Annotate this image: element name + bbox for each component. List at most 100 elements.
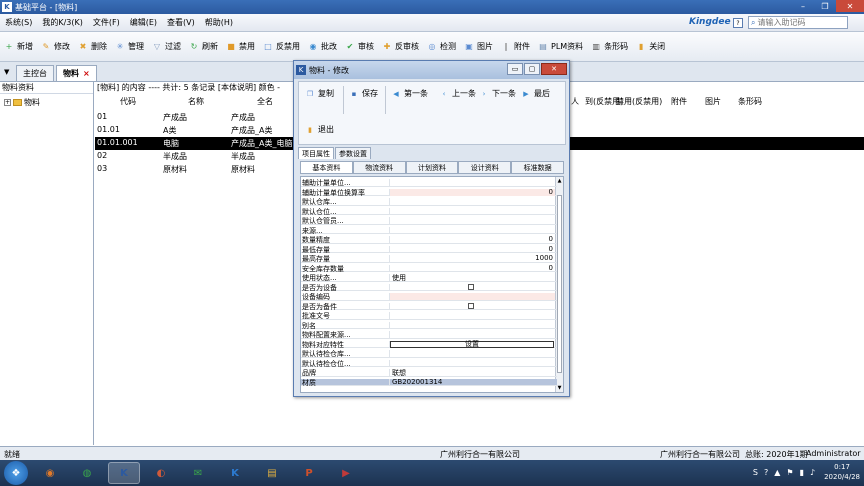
- property-value[interactable]: [389, 350, 555, 357]
- dialog-button-first[interactable]: ◀ 第一条: [391, 88, 428, 99]
- property-value[interactable]: [389, 226, 555, 234]
- dialog-button-last[interactable]: ▶ 最后: [521, 88, 550, 99]
- property-row[interactable]: 最低存量 0: [301, 245, 557, 254]
- start-button[interactable]: ❖: [4, 461, 28, 485]
- property-row[interactable]: 是否为备件: [301, 302, 557, 311]
- property-value[interactable]: 0: [389, 264, 555, 272]
- property-row[interactable]: 物料对应特性 设置: [301, 340, 557, 349]
- property-row[interactable]: 批准文号: [301, 312, 557, 320]
- dialog-button-exit[interactable]: ▮ 退出: [305, 124, 334, 135]
- toolbar-button-plus[interactable]: + 新增: [4, 41, 33, 52]
- toolbar-button-check[interactable]: ◎ 检测: [427, 41, 457, 52]
- property-value[interactable]: 使用: [389, 274, 555, 282]
- property-row[interactable]: 是否为设备: [301, 283, 557, 292]
- property-value[interactable]: [389, 217, 555, 224]
- property-value[interactable]: 1000: [389, 254, 555, 262]
- tray-icon-2[interactable]: ▲: [774, 468, 780, 477]
- menu-item-3[interactable]: 编辑(E): [125, 17, 162, 28]
- property-row[interactable]: 品牌 联想: [301, 369, 557, 377]
- menu-item-5[interactable]: 帮助(H): [200, 17, 238, 28]
- column-header[interactable]: 附件: [671, 96, 687, 108]
- toolbar-button-close-doc[interactable]: ▮ 关闭: [636, 41, 665, 52]
- dialog-minimize-icon[interactable]: ▭: [507, 63, 523, 75]
- column-header[interactable]: 名称: [188, 96, 204, 108]
- property-value[interactable]: [389, 359, 555, 367]
- property-value[interactable]: [389, 293, 555, 300]
- property-row[interactable]: 物料配置来源...: [301, 331, 557, 339]
- property-row[interactable]: 默认仓位...: [301, 207, 557, 216]
- column-header[interactable]: 图片: [705, 96, 721, 108]
- property-row[interactable]: 设备编码: [301, 293, 557, 301]
- property-value[interactable]: 0: [389, 235, 555, 243]
- kingdee-app[interactable]: K: [108, 462, 140, 484]
- property-row[interactable]: 辅助计量单位换算率 0: [301, 188, 557, 197]
- property-value[interactable]: GB202001314: [389, 378, 555, 386]
- tab-home[interactable]: 主控台: [16, 65, 54, 81]
- toolbar-button-attachment[interactable]: ∥ 附件: [501, 41, 530, 52]
- dialog-button-copy[interactable]: ❐ 复制: [305, 88, 334, 99]
- explorer-app[interactable]: ▤: [256, 462, 288, 484]
- close-icon[interactable]: ✕: [836, 0, 864, 12]
- clock[interactable]: 0:17 2020/4/28: [824, 462, 860, 482]
- property-value[interactable]: 0: [389, 188, 555, 196]
- expand-icon[interactable]: +: [4, 99, 11, 106]
- chrome-alt-app[interactable]: ◉: [34, 462, 66, 484]
- menu-item-0[interactable]: 系统(S): [0, 17, 37, 28]
- column-header[interactable]: 人: [571, 96, 579, 108]
- minimize-icon[interactable]: –: [792, 0, 814, 12]
- column-header[interactable]: 代码: [120, 96, 136, 108]
- property-row[interactable]: 最高存量 1000: [301, 254, 557, 263]
- menu-item-4[interactable]: 查看(V): [162, 17, 200, 28]
- tree-node-material[interactable]: + 物料: [0, 97, 93, 108]
- tab-material[interactable]: 物料 ×: [56, 65, 97, 81]
- scroll-up-icon[interactable]: ▲: [556, 177, 563, 185]
- dialog-button-save[interactable]: ▪ 保存: [349, 88, 378, 99]
- property-row[interactable]: 数量精度 0: [301, 235, 557, 244]
- scroll-down-icon[interactable]: ▼: [556, 384, 563, 392]
- toolbar-button-audit[interactable]: ✔ 审核: [345, 41, 374, 52]
- toolbar-button-unaudit[interactable]: ✚ 反审核: [382, 41, 419, 52]
- property-row[interactable]: 默认待检仓库...: [301, 350, 557, 358]
- property-value[interactable]: [389, 312, 555, 319]
- property-value[interactable]: 设置: [389, 340, 555, 348]
- property-row[interactable]: 别名: [301, 321, 557, 330]
- search-input[interactable]: [757, 18, 838, 27]
- toolbar-button-undisable[interactable]: □ 反禁用: [263, 41, 300, 52]
- property-value[interactable]: 0: [389, 245, 555, 253]
- toolbar-button-picture[interactable]: ▣ 图片: [464, 41, 493, 52]
- dialog-tab-0[interactable]: 基本资料: [300, 161, 353, 173]
- video-app[interactable]: ▶: [330, 462, 362, 484]
- tray-icon-5[interactable]: ♪: [810, 468, 815, 477]
- dialog-tab-4[interactable]: 标准数据: [511, 161, 564, 173]
- property-value[interactable]: [389, 331, 555, 338]
- toolbar-button-edit[interactable]: ✎ 修改: [41, 41, 70, 52]
- property-value[interactable]: [389, 179, 555, 186]
- dialog-tab-1[interactable]: 物流资料: [352, 161, 406, 173]
- kingdee-client-app[interactable]: K: [219, 462, 251, 484]
- property-row[interactable]: 来源...: [301, 226, 557, 235]
- property-value[interactable]: [389, 302, 555, 310]
- property-row[interactable]: 默认仓库...: [301, 198, 557, 206]
- dialog-maximize-icon[interactable]: ▢: [524, 63, 540, 75]
- tray-icon-4[interactable]: ▮: [800, 468, 804, 477]
- column-header[interactable]: 禁用(反禁用): [616, 96, 662, 108]
- dialog-tab-2[interactable]: 计划资料: [405, 161, 459, 173]
- dialog-top-tab-1[interactable]: 参数设置: [335, 147, 371, 159]
- property-row[interactable]: 默认仓管员...: [301, 217, 557, 225]
- wechat-app[interactable]: ✉: [182, 462, 214, 484]
- property-row[interactable]: 安全库存数量 0: [301, 264, 557, 273]
- scroll-thumb[interactable]: [557, 195, 562, 373]
- tray-icon-1[interactable]: ?: [764, 468, 768, 477]
- toolbar-button-delete[interactable]: ✖ 删除: [78, 41, 107, 52]
- dialog-button-prev[interactable]: ‹ 上一条: [439, 88, 476, 99]
- property-value[interactable]: [389, 198, 555, 205]
- dialog-tab-3[interactable]: 设计资料: [458, 161, 512, 173]
- property-row[interactable]: 材质 GB202001314: [301, 378, 557, 387]
- set-button[interactable]: 设置: [390, 340, 554, 348]
- toolbar-button-manage[interactable]: ✳ 管理: [115, 41, 144, 52]
- toolbar-button-refresh[interactable]: ↻ 刷新: [189, 41, 218, 52]
- maximize-icon[interactable]: ❐: [814, 0, 836, 12]
- column-header[interactable]: 条形码: [738, 96, 762, 108]
- dialog-close-icon[interactable]: ✕: [541, 63, 567, 75]
- tab-dropdown-icon[interactable]: ▼: [4, 68, 9, 76]
